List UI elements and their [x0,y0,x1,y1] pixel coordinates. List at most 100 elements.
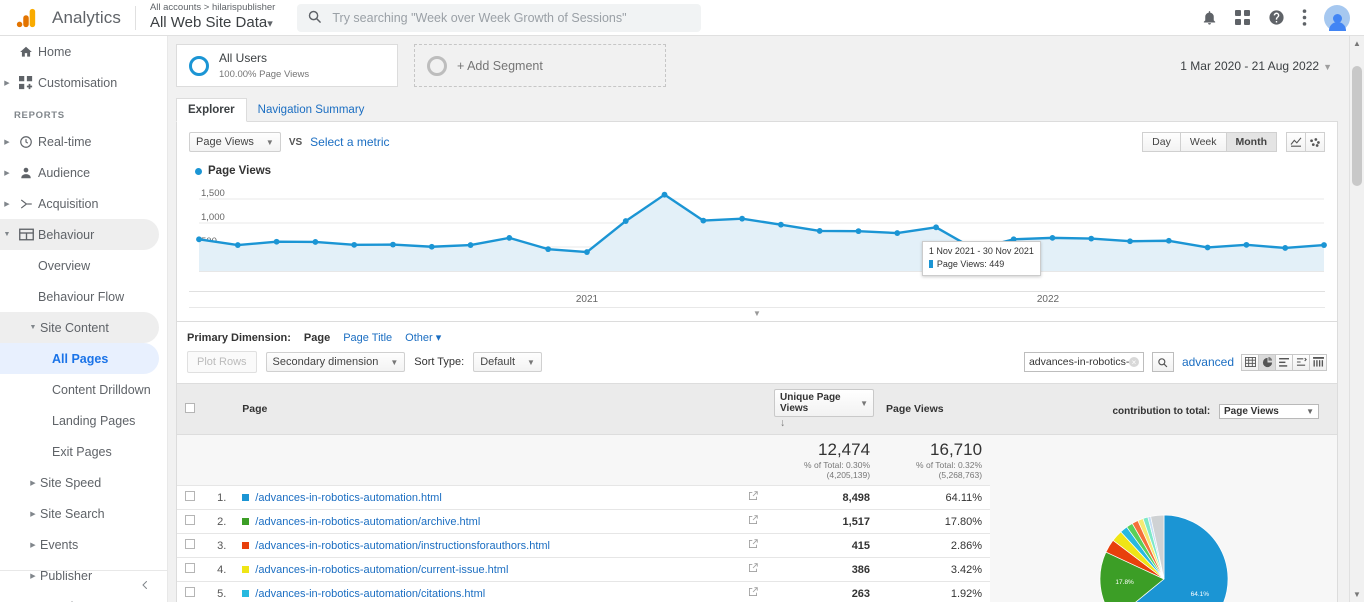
select-a-metric-link[interactable]: Select a metric [310,135,389,149]
row-checkbox-cell[interactable] [177,582,203,602]
granularity-day-button[interactable]: Day [1142,132,1181,152]
performance-view-icon[interactable] [1275,354,1293,371]
primary-dimension-page[interactable]: Page [304,332,330,344]
comparison-view-icon[interactable] [1292,354,1310,371]
sidebar-item-customisation[interactable]: ▶ Customisation [0,67,167,98]
external-link-icon[interactable] [748,588,758,600]
plot-rows-button[interactable]: Plot Rows [187,351,257,373]
more-vert-icon[interactable] [1302,9,1307,26]
sidebar-item-landing-pages[interactable]: Landing Pages [0,405,167,436]
sort-type-selector[interactable]: Default ▼ [473,352,542,372]
global-search[interactable] [297,4,701,32]
select-all-checkbox[interactable] [185,403,195,413]
row-page-link[interactable]: /advances-in-robotics-automation/current… [255,564,508,576]
chevron-right-icon[interactable]: ▶ [0,79,14,87]
page-column-header[interactable]: Page [234,384,740,435]
page-views-header[interactable]: Page Views [878,384,990,435]
sidebar-item-site-search[interactable]: ▶ Site Search [0,498,167,529]
avatar[interactable] [1324,5,1350,31]
chevron-right-icon[interactable]: ▶ [26,541,40,549]
granularity-month-button[interactable]: Month [1226,132,1278,152]
row-checkbox[interactable] [185,515,195,525]
sidebar-collapse-button[interactable] [0,570,167,602]
add-segment-button[interactable]: + Add Segment [414,44,666,87]
row-checkbox[interactable] [185,563,195,573]
pivot-view-icon[interactable] [1309,354,1327,371]
help-icon[interactable] [1268,9,1285,26]
search-input[interactable] [330,10,691,26]
row-external-link-cell[interactable] [740,486,766,510]
sidebar-item-content-drilldown[interactable]: Content Drilldown [0,374,167,405]
row-external-link-cell[interactable] [740,558,766,582]
account-selector[interactable]: All accounts > hilarispublisher All Web … [150,3,275,31]
sidebar-item-home[interactable]: Home [0,36,167,67]
row-page-link[interactable]: /advances-in-robotics-automation.html [255,492,441,504]
table-search-button[interactable] [1152,352,1174,372]
row-page-link[interactable]: /advances-in-robotics-automation/archive… [255,516,480,528]
index-header [203,384,234,435]
sidebar-item-behaviour-flow[interactable]: Behaviour Flow [0,281,167,312]
sidebar-item-audience[interactable]: ▶ Audience [0,157,167,188]
scroll-up-icon[interactable]: ▲ [1350,36,1364,51]
bell-icon[interactable] [1201,9,1218,26]
advanced-link[interactable]: advanced [1182,355,1234,369]
row-external-link-cell[interactable] [740,582,766,602]
row-checkbox-cell[interactable] [177,558,203,582]
sidebar-item-all-pages[interactable]: All Pages [0,343,159,374]
main-scrollbar[interactable]: ▲ ▼ [1349,36,1364,602]
chevron-right-icon[interactable]: ▶ [0,200,14,208]
chevron-right-icon[interactable]: ▶ [0,138,14,146]
row-checkbox[interactable] [185,539,195,549]
sidebar-item-site-speed[interactable]: ▶ Site Speed [0,467,167,498]
clear-icon[interactable]: × [1129,357,1139,367]
tab-navigation-summary[interactable]: Navigation Summary [247,99,376,121]
external-link-icon[interactable] [748,492,758,504]
sidebar-item-overview[interactable]: Overview [0,250,167,281]
tab-explorer[interactable]: Explorer [176,98,247,122]
row-page-link[interactable]: /advances-in-robotics-automation/instruc… [255,540,550,552]
scroll-down-icon[interactable]: ▼ [1350,587,1364,602]
granularity-week-button[interactable]: Week [1180,132,1227,152]
table-search-input[interactable]: advances-in-robotics-autom × [1024,352,1144,372]
primary-dimension-page-title[interactable]: Page Title [343,332,392,344]
metric-selector[interactable]: Page Views ▼ [189,132,281,152]
sidebar-item-real-time[interactable]: ▶ Real-time [0,126,167,157]
line-chart-icon[interactable] [1286,132,1306,152]
row-checkbox-cell[interactable] [177,486,203,510]
scatter-chart-icon[interactable] [1305,132,1325,152]
sidebar-item-behaviour[interactable]: ▼ Behaviour [0,219,159,250]
chevron-down-icon[interactable]: ▾ [267,18,273,30]
select-all-checkbox-cell[interactable] [177,384,203,435]
date-range-picker[interactable]: 1 Mar 2020 - 21 Aug 2022▼ [1180,59,1338,73]
row-page-link[interactable]: /advances-in-robotics-automation/citatio… [255,588,485,600]
row-checkbox-cell[interactable] [177,534,203,558]
external-link-icon[interactable] [748,540,758,552]
external-link-icon[interactable] [748,516,758,528]
scrollbar-thumb[interactable] [1352,66,1362,186]
row-checkbox[interactable] [185,587,195,597]
primary-dimension-other[interactable]: Other ▾ [405,331,441,344]
chart-expander[interactable]: ▼ [189,307,1325,321]
chevron-down-icon[interactable]: ▼ [0,231,14,238]
pie-view-icon[interactable] [1258,354,1276,371]
segment-all-users[interactable]: All Users 100.00% Page Views [176,44,398,87]
chevron-right-icon[interactable]: ▶ [0,169,14,177]
chevron-down-icon[interactable]: ▼ [26,324,40,331]
row-external-link-cell[interactable] [740,534,766,558]
chevron-right-icon[interactable]: ▶ [26,510,40,518]
row-checkbox[interactable] [185,491,195,501]
row-checkbox-cell[interactable] [177,510,203,534]
row-external-link-cell[interactable] [740,510,766,534]
secondary-dimension-selector[interactable]: Secondary dimension ▼ [266,352,406,372]
sort-arrow-icon[interactable]: ↓ [780,417,785,429]
sidebar-item-exit-pages[interactable]: Exit Pages [0,436,167,467]
sidebar-item-events[interactable]: ▶ Events [0,529,167,560]
unique-page-views-selector[interactable]: Unique Page Views ▼ [774,389,874,417]
sidebar-item-acquisition[interactable]: ▶ Acquisition [0,188,167,219]
apps-grid-icon[interactable] [1235,10,1251,26]
contribution-select[interactable]: Page Views ▼ [1219,404,1319,419]
table-view-icon[interactable] [1241,354,1259,371]
sidebar-item-site-content[interactable]: ▼ Site Content [0,312,159,343]
external-link-icon[interactable] [748,564,758,576]
chevron-right-icon[interactable]: ▶ [26,479,40,487]
